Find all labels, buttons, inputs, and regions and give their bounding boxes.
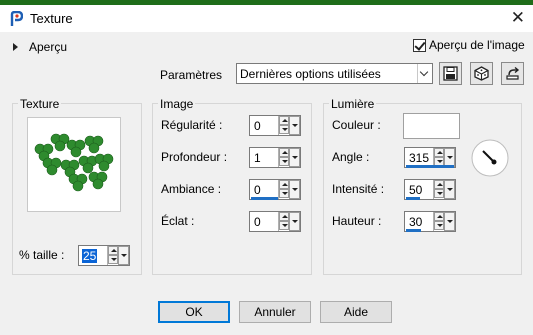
- spin-down-icon[interactable]: [279, 221, 289, 230]
- spin-down-icon[interactable]: [279, 125, 289, 134]
- spin-down-icon[interactable]: [434, 189, 444, 198]
- regularite-value[interactable]: 0: [254, 119, 261, 133]
- aide-button[interactable]: Aide: [320, 301, 392, 323]
- intensite-spinbox[interactable]: 50: [404, 179, 456, 200]
- ambiance-value[interactable]: 0: [254, 183, 261, 197]
- app-icon: [10, 11, 23, 26]
- chevron-down-icon[interactable]: [289, 212, 300, 231]
- hauteur-label: Hauteur :: [332, 214, 382, 228]
- taille-spinbox[interactable]: 25: [78, 245, 130, 266]
- texture-preview[interactable]: [27, 117, 121, 212]
- texture-group-title: Texture: [18, 97, 62, 111]
- hauteur-slider-bar: [406, 229, 421, 232]
- eclat-spinbox[interactable]: 0: [249, 211, 301, 232]
- chevron-down-icon[interactable]: [289, 180, 300, 199]
- ok-button[interactable]: OK: [158, 301, 230, 323]
- apercu-image-label: Aperçu de l'image: [429, 38, 525, 52]
- couleur-swatch[interactable]: [403, 113, 460, 139]
- taille-label: % taille :: [19, 248, 65, 262]
- angle-value[interactable]: 315: [409, 151, 429, 165]
- angle-slider-bar: [406, 165, 454, 168]
- profondeur-value[interactable]: 1: [254, 151, 261, 165]
- preset-combobox[interactable]: Dernières options utilisées: [236, 63, 433, 84]
- annuler-button[interactable]: Annuler: [239, 301, 311, 323]
- apercu-image-checkbox[interactable]: Aperçu de l'image: [413, 38, 525, 52]
- image-group-title: Image: [158, 97, 196, 111]
- chevron-down-icon[interactable]: [118, 246, 129, 265]
- intensite-value[interactable]: 50: [409, 183, 422, 197]
- angle-spinbox[interactable]: 315: [404, 147, 456, 168]
- eclat-value[interactable]: 0: [254, 215, 261, 229]
- title-bar: Texture ✕: [0, 5, 533, 32]
- spin-down-icon[interactable]: [279, 189, 289, 198]
- chevron-down-icon[interactable]: [417, 64, 432, 83]
- ambiance-spinbox[interactable]: 0: [249, 179, 301, 200]
- chevron-down-icon[interactable]: [289, 116, 300, 135]
- parametres-label: Paramètres: [160, 68, 223, 82]
- hauteur-spinbox[interactable]: 30: [404, 211, 456, 232]
- profondeur-spinbox[interactable]: 1: [249, 147, 301, 168]
- apercu-toggle[interactable]: Aperçu: [13, 40, 67, 54]
- close-icon[interactable]: ✕: [511, 8, 525, 28]
- angle-dial-icon[interactable]: [470, 138, 510, 178]
- eclat-label: Éclat :: [161, 214, 195, 228]
- spin-up-icon[interactable]: [279, 212, 289, 221]
- ambiance-slider-bar: [251, 197, 278, 200]
- taille-value[interactable]: 25: [82, 249, 98, 263]
- spin-up-icon[interactable]: [434, 148, 444, 157]
- cube-icon: [474, 66, 489, 81]
- hauteur-value[interactable]: 30: [409, 215, 422, 229]
- angle-label: Angle :: [332, 150, 370, 164]
- preset-value: Dernières options utilisées: [240, 67, 381, 81]
- spin-down-icon[interactable]: [108, 255, 118, 264]
- expand-triangle-icon: [13, 43, 18, 51]
- clover-texture-image: [34, 133, 114, 192]
- apercu-label: Aperçu: [29, 40, 68, 54]
- spin-down-icon[interactable]: [434, 221, 444, 230]
- intensite-slider-bar: [406, 197, 420, 200]
- profondeur-label: Profondeur :: [161, 150, 228, 164]
- spin-up-icon[interactable]: [434, 212, 444, 221]
- spin-up-icon[interactable]: [279, 148, 289, 157]
- chevron-down-icon[interactable]: [444, 180, 455, 199]
- regularite-spinbox[interactable]: 0: [249, 115, 301, 136]
- lumiere-group-title: Lumière: [329, 97, 377, 111]
- random-button[interactable]: [470, 62, 493, 85]
- regularite-label: Régularité :: [161, 118, 223, 132]
- ambiance-label: Ambiance :: [161, 182, 222, 196]
- spin-up-icon[interactable]: [279, 180, 289, 189]
- chevron-down-icon[interactable]: [444, 212, 455, 231]
- spin-up-icon[interactable]: [279, 116, 289, 125]
- reset-icon: [506, 66, 520, 80]
- reset-button[interactable]: [501, 62, 524, 85]
- window-title: Texture: [30, 11, 73, 26]
- spin-up-icon[interactable]: [434, 180, 444, 189]
- couleur-label: Couleur :: [332, 118, 381, 132]
- chevron-down-icon[interactable]: [289, 148, 300, 167]
- spin-up-icon[interactable]: [108, 246, 118, 255]
- intensite-label: Intensité :: [332, 182, 385, 196]
- save-icon: [443, 66, 458, 81]
- checkbox-checked-icon[interactable]: [413, 38, 426, 52]
- spin-down-icon[interactable]: [279, 157, 289, 166]
- save-preset-button[interactable]: [439, 62, 462, 85]
